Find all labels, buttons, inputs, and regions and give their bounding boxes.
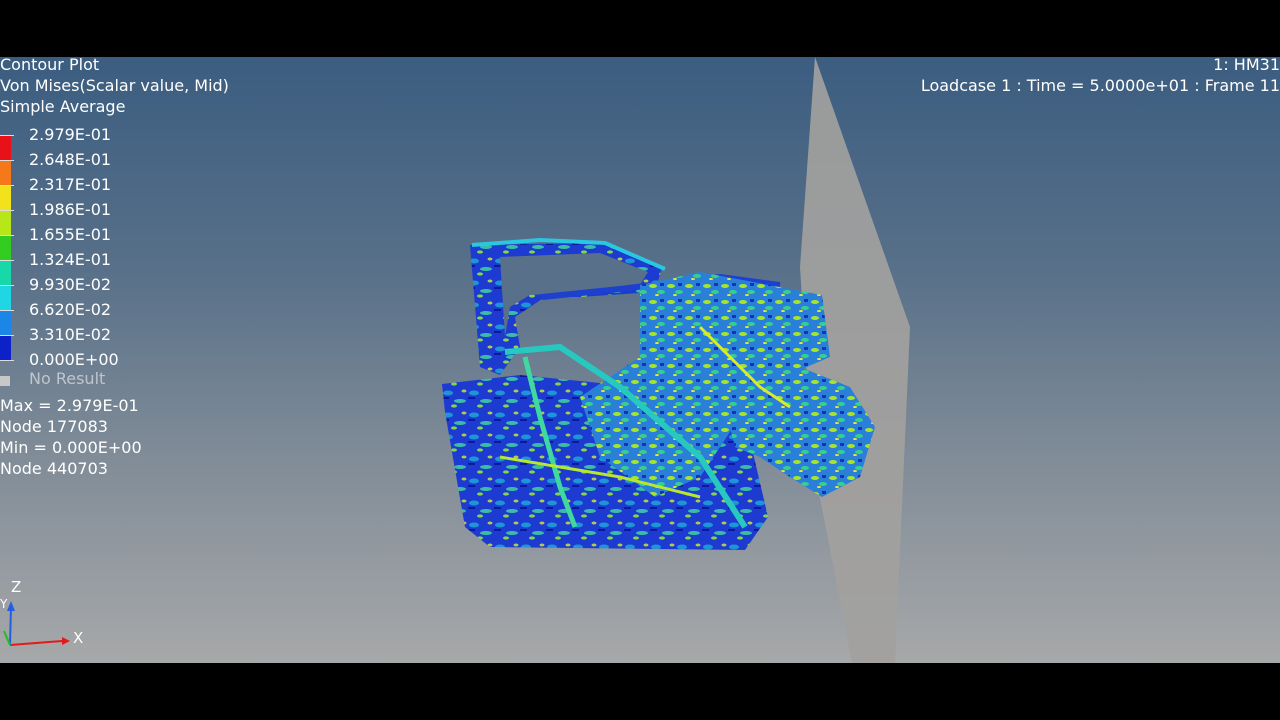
graphics-viewport[interactable]: Contour Plot Von Mises(Scalar value, Mid…	[0, 57, 1280, 663]
min-node-label: Node 440703	[0, 459, 108, 478]
averaging-method-label: Simple Average	[0, 97, 126, 116]
legend-value-7: 9.930E-02	[29, 275, 112, 294]
legend-swatch-2	[0, 160, 11, 185]
legend-tick	[0, 260, 14, 261]
legend-value-4: 1.986E-01	[29, 200, 112, 219]
legend-value-9: 3.310E-02	[29, 325, 112, 344]
legend-swatch-8	[0, 310, 11, 335]
no-result-swatch	[0, 376, 10, 386]
legend-swatch-3	[0, 185, 11, 210]
axis-z-label: Z	[11, 578, 22, 596]
legend-value-6: 1.324E-01	[29, 250, 112, 269]
legend-value-10: 0.000E+00	[29, 350, 119, 369]
model-id-label: 1: HM31	[1213, 57, 1280, 74]
legend-value-2: 2.648E-01	[29, 150, 112, 169]
result-type-label: Von Mises(Scalar value, Mid)	[0, 76, 229, 95]
legend-swatch-7	[0, 285, 11, 310]
legend-tick	[0, 160, 14, 161]
letterbox-top	[0, 0, 1280, 57]
no-result-label: No Result	[29, 369, 106, 388]
axis-triad-icon	[3, 601, 70, 646]
loadcase-time-frame-label: Loadcase 1 : Time = 5.0000e+01 : Frame 1…	[920, 76, 1280, 95]
legend-swatch-4	[0, 210, 11, 235]
legend-tick	[0, 335, 14, 336]
legend-tick	[0, 235, 14, 236]
legend-swatch-9	[0, 335, 11, 360]
legend-tick	[0, 135, 14, 136]
letterbox-bottom	[0, 663, 1280, 720]
legend-value-3: 2.317E-01	[29, 175, 112, 194]
legend-tick	[0, 285, 14, 286]
legend-tick	[0, 360, 14, 361]
max-value-label: Max = 2.979E-01	[0, 396, 139, 415]
legend-value-5: 1.655E-01	[29, 225, 112, 244]
model-scene[interactable]	[0, 57, 1280, 663]
max-node-label: Node 177083	[0, 417, 108, 436]
axis-y-label: Y	[0, 597, 8, 611]
contour-plot-title: Contour Plot	[0, 57, 100, 74]
min-value-label: Min = 0.000E+00	[0, 438, 142, 457]
legend-swatch-1	[0, 135, 11, 160]
legend-tick	[0, 185, 14, 186]
legend-tick	[0, 310, 14, 311]
legend-tick	[0, 210, 14, 211]
axis-x-label: X	[73, 629, 84, 647]
legend-value-1: 2.979E-01	[29, 125, 112, 144]
legend-value-8: 6.620E-02	[29, 300, 112, 319]
legend-swatch-6	[0, 260, 11, 285]
legend-swatch-5	[0, 235, 11, 260]
